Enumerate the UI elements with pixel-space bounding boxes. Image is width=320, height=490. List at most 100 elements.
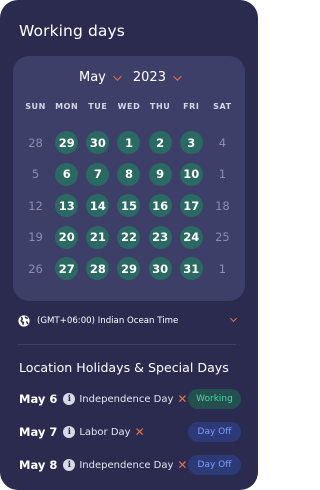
calendar-day-working[interactable]: 23	[145, 222, 176, 254]
day-number: 16	[148, 194, 172, 218]
calendar-day-working[interactable]: 10	[176, 159, 207, 191]
remove-icon[interactable]: ✕	[177, 459, 187, 471]
info-icon[interactable]: i	[63, 459, 76, 471]
calendar-day-off[interactable]: 4	[207, 127, 238, 159]
weekday-label: SUN	[25, 102, 46, 111]
calendar-day-working[interactable]: 15	[113, 190, 144, 222]
calendar-day-working[interactable]: 30	[82, 127, 113, 159]
weekday-label: MON	[55, 102, 79, 111]
day-number: 30	[148, 257, 172, 281]
calendar-day-off[interactable]: 28	[20, 127, 51, 159]
day-number: 4	[218, 135, 227, 150]
calendar-day-working[interactable]: 8	[113, 159, 144, 191]
holiday-row: May 6 i Independence Day ✕ Working	[19, 389, 241, 409]
holiday-row: May 8 i Independence Day ✕ Day Off	[19, 455, 241, 475]
calendar-day-working[interactable]: 21	[82, 222, 113, 254]
calendar-day-working[interactable]: 2	[145, 127, 176, 159]
holidays-section-title: Location Holidays & Special Days	[19, 360, 229, 375]
month-label: May	[79, 70, 106, 85]
calendar-day-working[interactable]: 30	[145, 253, 176, 285]
calendar-day-working[interactable]: 17	[176, 190, 207, 222]
page-title: Working days	[19, 22, 125, 40]
calendar-day-off[interactable]: 5	[20, 159, 51, 191]
divider	[18, 344, 236, 345]
calendar-day-working[interactable]: 1	[113, 127, 144, 159]
calendar-day-working[interactable]: 14	[82, 190, 113, 222]
calendar-day-working[interactable]: 9	[145, 159, 176, 191]
calendar-card: May 2023 SUN MON TUE WED THU FRI SAT 28 2…	[13, 56, 245, 301]
day-number: 13	[55, 194, 79, 218]
calendar-day-working[interactable]: 29	[113, 253, 144, 285]
calendar-day-working[interactable]: 20	[51, 222, 82, 254]
weekday-label: WED	[117, 102, 141, 111]
weekday-header-row: SUN MON TUE WED THU FRI SAT	[20, 102, 238, 111]
calendar-day-working[interactable]: 29	[51, 127, 82, 159]
month-select[interactable]: May	[79, 70, 122, 85]
holiday-name: Independence Day	[79, 393, 174, 405]
day-number: 28	[28, 135, 43, 150]
holiday-date: May 7	[19, 425, 58, 439]
info-icon[interactable]: i	[63, 393, 76, 405]
day-number: 15	[117, 194, 141, 218]
calendar-day-working[interactable]: 7	[82, 159, 113, 191]
calendar-day-working[interactable]: 13	[51, 190, 82, 222]
calendar-days-grid: 28 29 30 1 2 3 4 5 6 7 8 9 10 1 12 13 14 15 16 17 18 19 20 21 22…	[20, 127, 238, 285]
calendar-day-off[interactable]: 25	[207, 222, 238, 254]
holiday-date: May 8	[19, 458, 58, 472]
calendar-day-off[interactable]: 19	[20, 222, 51, 254]
calendar-day-off[interactable]: 12	[20, 190, 51, 222]
day-number: 10	[179, 162, 203, 186]
day-number: 12	[28, 198, 43, 213]
calendar-day-working[interactable]: 28	[82, 253, 113, 285]
calendar-header: May 2023	[13, 70, 245, 85]
day-number: 1	[218, 167, 227, 182]
status-badge[interactable]: Day Off	[188, 455, 241, 475]
remove-icon[interactable]: ✕	[177, 393, 187, 405]
remove-icon[interactable]: ✕	[135, 426, 145, 438]
status-badge[interactable]: Day Off	[188, 422, 241, 442]
chevron-down-icon	[173, 71, 182, 81]
status-badge[interactable]: Working	[188, 389, 241, 409]
calendar-day-off[interactable]: 26	[20, 253, 51, 285]
day-number: 29	[55, 131, 79, 155]
calendar-day-working[interactable]: 24	[176, 222, 207, 254]
weekday-label: SAT	[213, 102, 232, 111]
day-number: 18	[215, 198, 230, 213]
weekday-label: FRI	[183, 102, 200, 111]
calendar-day-working[interactable]: 31	[176, 253, 207, 285]
working-days-screen: Working days May 2023 SUN MON TUE WED TH…	[0, 0, 258, 490]
holiday-row: May 7 i Labor Day ✕ Day Off	[19, 422, 241, 442]
calendar-day-working[interactable]: 6	[51, 159, 82, 191]
calendar-day-off[interactable]: 1	[207, 159, 238, 191]
timezone-select[interactable]: (GMT+06:00) Indian Ocean Time	[18, 314, 240, 327]
day-number: 7	[86, 162, 110, 186]
day-number: 1	[117, 131, 141, 155]
calendar-day-working[interactable]: 27	[51, 253, 82, 285]
timezone-label: (GMT+06:00) Indian Ocean Time	[37, 316, 179, 326]
day-number: 17	[179, 194, 203, 218]
globe-icon	[18, 315, 30, 327]
day-number: 2	[148, 131, 172, 155]
day-number: 26	[28, 261, 43, 276]
weekday-label: THU	[149, 102, 171, 111]
calendar-day-working[interactable]: 16	[145, 190, 176, 222]
day-number: 20	[55, 225, 79, 249]
day-number: 25	[215, 230, 230, 245]
calendar-day-off[interactable]: 1	[207, 253, 238, 285]
day-number: 27	[55, 257, 79, 281]
day-number: 28	[86, 257, 110, 281]
day-number: 23	[148, 225, 172, 249]
calendar-day-working[interactable]: 22	[113, 222, 144, 254]
weekday-label: TUE	[88, 102, 108, 111]
day-number: 22	[117, 225, 141, 249]
info-icon[interactable]: i	[63, 426, 76, 438]
year-select[interactable]: 2023	[132, 70, 182, 85]
calendar-day-working[interactable]: 3	[176, 127, 207, 159]
year-label: 2023	[132, 70, 166, 85]
day-number: 29	[117, 257, 141, 281]
day-number: 14	[86, 194, 110, 218]
day-number: 9	[148, 162, 172, 186]
holiday-name: Independence Day	[79, 459, 174, 471]
day-number: 19	[28, 230, 43, 245]
calendar-day-off[interactable]: 18	[207, 190, 238, 222]
